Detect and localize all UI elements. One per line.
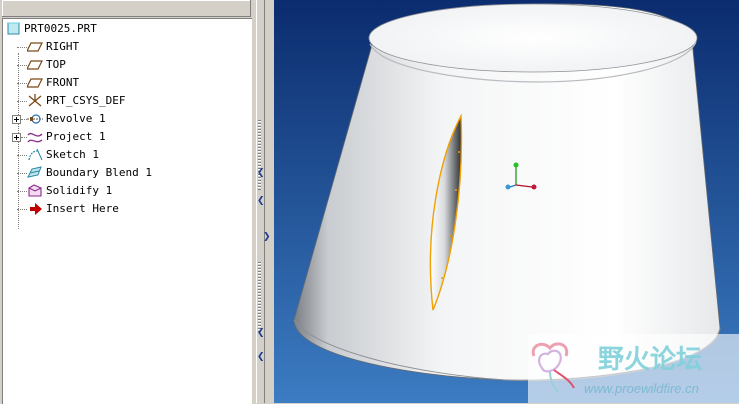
tree-item-project-1[interactable]: Project 1: [3, 128, 248, 146]
tree-item-label: RIGHT: [46, 40, 80, 53]
model-tree-header[interactable]: [2, 0, 251, 17]
revolve-icon: [27, 112, 43, 126]
tree-item-right[interactable]: RIGHT: [3, 38, 248, 56]
splitter-grip-icon[interactable]: [258, 120, 261, 190]
splitter-grip-icon[interactable]: [258, 262, 261, 332]
tree-item-sketch-1[interactable]: Sketch 1: [3, 146, 248, 164]
tree-item-label: Insert Here: [46, 202, 119, 215]
model-view-canvas[interactable]: 野火论坛 www.proewildfire.cn: [274, 0, 739, 403]
datum-plane-icon: [27, 40, 43, 54]
tree-item-label: PRT_CSYS_DEF: [46, 94, 126, 107]
watermark-url: www.proewildfire.cn: [584, 381, 699, 396]
graphics-viewport[interactable]: 野火论坛 www.proewildfire.cn: [274, 0, 739, 403]
sketch-icon: [27, 148, 43, 162]
expand-right-arrow-icon[interactable]: ❯: [263, 232, 271, 242]
tree-item-top[interactable]: TOP: [3, 56, 248, 74]
collapse-left-arrow-icon[interactable]: ❮: [257, 196, 265, 206]
tree-item-revolve-1[interactable]: Revolve 1: [3, 110, 248, 128]
solidify-icon: [27, 184, 43, 198]
model-tree: PRT0025.PRT RIGHT TOP FRONT PRT_CSYS_DEF…: [2, 18, 252, 404]
tree-item-insert-here[interactable]: Insert Here: [3, 200, 248, 218]
watermark-title: 野火论坛: [598, 345, 702, 375]
part-icon: [7, 22, 23, 36]
expand-toggle-icon[interactable]: [12, 133, 21, 142]
tree-item-label: Revolve 1: [46, 112, 106, 125]
boundary-blend-icon: [27, 166, 43, 180]
expand-toggle-icon[interactable]: [12, 115, 21, 124]
tree-item-boundary-blend-1[interactable]: Boundary Blend 1: [3, 164, 248, 182]
collapse-left-arrow-icon[interactable]: ❮: [257, 328, 265, 338]
tree-item-label: Boundary Blend 1: [46, 166, 152, 179]
insert-arrow-icon[interactable]: [29, 202, 45, 216]
collapse-left-arrow-icon[interactable]: ❮: [257, 352, 265, 362]
tree-root-label: PRT0025.PRT: [24, 22, 97, 35]
coordinate-system-icon: [27, 94, 43, 108]
model-tree-panel: PRT0025.PRT RIGHT TOP FRONT PRT_CSYS_DEF…: [0, 0, 256, 404]
panel-splitter[interactable]: ❮ ❮ ❯ ❮ ❮: [252, 0, 527, 403]
tree-item-prt-csys-def[interactable]: PRT_CSYS_DEF: [3, 92, 248, 110]
tree-item-label: TOP: [46, 58, 66, 71]
datum-plane-icon: [27, 76, 43, 90]
tree-item-solidify-1[interactable]: Solidify 1: [3, 182, 248, 200]
project-curve-icon: [27, 130, 43, 144]
tree-item-label: Project 1: [46, 130, 106, 143]
collapse-left-arrow-icon[interactable]: ❮: [257, 168, 265, 178]
tree-root[interactable]: PRT0025.PRT: [3, 20, 248, 38]
tree-item-label: Solidify 1: [46, 184, 113, 197]
datum-plane-icon: [27, 58, 43, 72]
tree-item-front[interactable]: FRONT: [3, 74, 248, 92]
tree-item-label: FRONT: [46, 76, 80, 89]
tree-item-label: Sketch 1: [46, 148, 99, 161]
